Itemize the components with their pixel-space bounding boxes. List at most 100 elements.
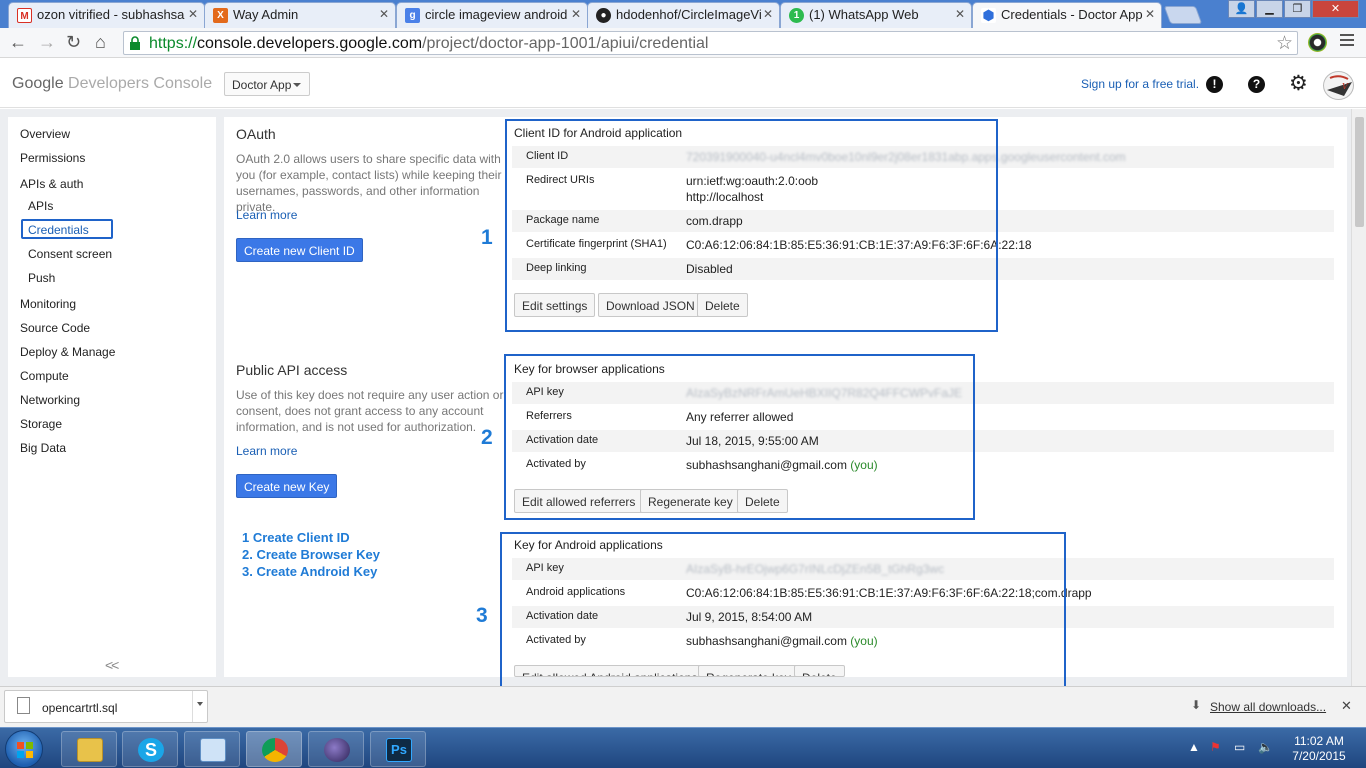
browser-toolbar: ← → ↻ ⌂ https://console.developers.googl… [0,28,1366,58]
tab-title: ozon vitrified - subhashsa [37,7,185,22]
google-search-icon: g [405,8,420,23]
extension-icon[interactable] [1308,33,1327,52]
close-icon[interactable]: ✕ [571,7,581,21]
address-bar[interactable]: https://console.developers.google.com/pr… [123,31,1298,55]
taskbar-eclipse[interactable] [308,731,364,767]
taskbar-notepad[interactable] [184,731,240,767]
create-new-key-button[interactable]: Create new Key [236,474,338,498]
taskbar-clock[interactable]: 11:02 AM 7/20/2015 [1284,734,1354,764]
notepad-icon [200,738,226,762]
tab-title: Credentials - Doctor App [1001,7,1143,22]
close-icon[interactable]: ✕ [955,7,965,21]
oauth-description: OAuth 2.0 allows users to share specific… [236,152,502,214]
oauth-title: OAuth [236,126,276,142]
network-icon[interactable]: ▭ [1234,740,1245,754]
annotation-number-1: 1 [481,226,493,249]
sidebar-item-apis-auth[interactable]: APIs & auth [20,177,83,191]
browser-tab-github[interactable]: ● hdodenhof/CircleImageVi ✕ [587,2,780,28]
window-close-button[interactable]: ✕ [1312,0,1359,18]
action-center-icon[interactable]: ⚑ [1210,740,1221,754]
close-icon[interactable]: ✕ [1341,698,1352,714]
avatar-image: V [1327,75,1352,96]
sidebar-item-overview[interactable]: Overview [20,127,70,141]
page-scrollbar[interactable] [1351,109,1366,686]
user-profile-button[interactable]: 👤 [1228,0,1255,18]
sidebar-item-deploy-manage[interactable]: Deploy & Manage [20,345,115,359]
new-tab-button[interactable] [1163,6,1203,24]
project-selector[interactable]: Doctor App [224,72,310,96]
forward-icon[interactable]: → [38,32,56,52]
oauth-learn-more-link[interactable]: Learn more [236,208,297,222]
avatar[interactable]: V [1323,71,1354,100]
sidebar-item-compute[interactable]: Compute [20,369,69,383]
public-api-learn-more-link[interactable]: Learn more [236,444,297,458]
browser-tab-gmail[interactable]: M ozon vitrified - subhashsa ✕ [8,2,205,28]
reload-icon[interactable]: ↻ [66,32,81,52]
sidebar-item-apis[interactable]: APIs [28,199,53,213]
logo-google: Google [12,75,64,92]
file-explorer-icon [77,738,103,762]
download-arrow-icon: ⬇ [1191,698,1202,712]
minimize-button[interactable]: ▁ [1256,0,1283,18]
close-icon[interactable]: ✕ [763,7,773,21]
eclipse-icon [324,738,350,762]
browser-tab-google-search[interactable]: g circle imageview android ✕ [396,2,588,28]
sidebar-item-permissions[interactable]: Permissions [20,151,85,165]
steps-annotation: 1 Create Client ID 2. Create Browser Key… [242,529,380,580]
sidebar-item-big-data[interactable]: Big Data [20,441,66,455]
browser-tab-whatsapp[interactable]: 1 (1) WhatsApp Web ✕ [780,2,972,28]
public-api-description: Use of this key does not require any use… [236,388,504,434]
whatsapp-icon: 1 [789,8,804,23]
taskbar-skype[interactable]: S [122,731,178,767]
show-all-downloads-link[interactable]: Show all downloads... [1210,700,1326,714]
sidebar-item-push[interactable]: Push [28,271,55,285]
windows-logo-icon [17,742,33,758]
back-icon[interactable]: ← [9,32,27,52]
gear-icon[interactable]: ⚙ [1289,73,1308,94]
taskbar-file-explorer[interactable] [61,731,117,767]
chevron-down-icon [293,83,301,87]
volume-icon[interactable]: 🔈 [1258,740,1273,754]
gmail-icon: M [17,8,32,23]
collapse-sidebar-icon[interactable]: << [105,657,119,673]
help-icon[interactable]: ? [1248,76,1265,93]
clock-date: 7/20/2015 [1292,749,1346,763]
annotation-box-browser-key [504,354,975,520]
home-icon[interactable]: ⌂ [95,32,106,52]
download-item[interactable]: opencartrtl.sql [4,690,208,723]
public-api-title: Public API access [236,362,348,378]
taskbar-chrome[interactable] [246,731,302,767]
close-icon[interactable]: ✕ [379,7,389,21]
tray-expand-icon[interactable]: ▲ [1188,740,1200,754]
annotation-box-android-key [500,532,1066,695]
chrome-menu-icon[interactable] [1340,34,1354,48]
signup-link[interactable]: Sign up for a free trial. [1081,77,1199,91]
console-header: Google Developers Console Doctor App Sig… [0,59,1366,108]
create-client-id-button[interactable]: Create new Client ID [236,238,363,262]
tab-title: Way Admin [233,7,299,22]
taskbar-photoshop[interactable]: Ps [370,731,426,767]
tab-title: circle imageview android [425,7,568,22]
close-icon[interactable]: ✕ [188,7,198,21]
sidebar-item-credentials[interactable]: Credentials [28,223,89,237]
download-file-name: opencartrtl.sql [42,701,118,715]
maximize-button[interactable]: ❐ [1284,0,1311,18]
feedback-icon[interactable]: ! [1206,76,1223,93]
google-developers-console-logo[interactable]: Google Developers Console [12,75,212,93]
scrollbar-thumb[interactable] [1355,117,1364,227]
start-button[interactable] [5,730,43,768]
sidebar-item-storage[interactable]: Storage [20,417,62,431]
sidebar-item-source-code[interactable]: Source Code [20,321,90,335]
chevron-down-icon[interactable] [197,702,203,706]
lock-icon [130,36,140,50]
developers-console-icon: ⬢ [981,7,996,23]
sidebar-item-networking[interactable]: Networking [20,393,80,407]
step-3: 3. Create Android Key [242,564,378,579]
bookmark-star-icon[interactable]: ☆ [1276,32,1293,55]
sidebar-item-monitoring[interactable]: Monitoring [20,297,76,311]
close-icon[interactable]: ✕ [1145,7,1155,21]
browser-tab-credentials[interactable]: ⬢ Credentials - Doctor App ✕ [972,2,1162,28]
browser-tab-way-admin[interactable]: X Way Admin ✕ [204,2,396,28]
sidebar-item-consent-screen[interactable]: Consent screen [28,247,112,261]
url-host: console.developers.google.com [197,35,423,52]
